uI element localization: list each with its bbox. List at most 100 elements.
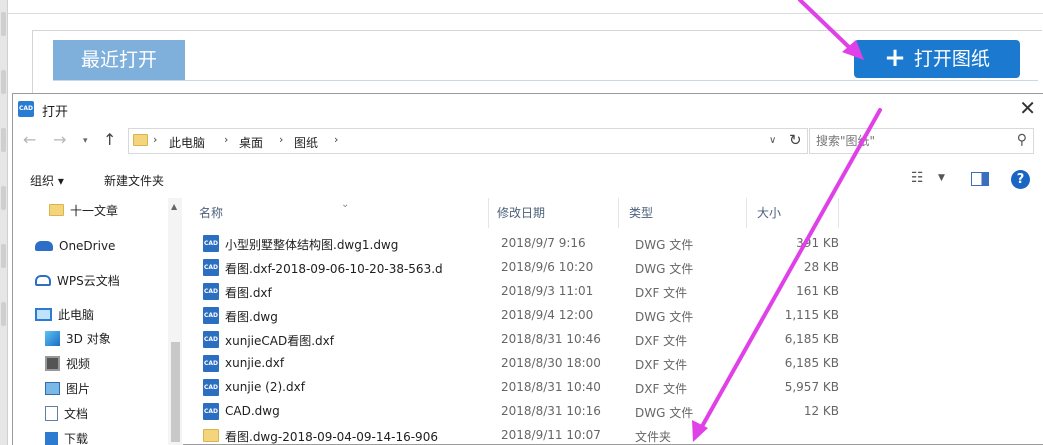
column-header-size[interactable]: 大小: [749, 198, 839, 228]
file-list: 名称 ⌄ 修改日期 类型 大小 CAD 小型别墅整体结构图.dwg1.dwg 2…: [191, 198, 1043, 445]
recent-tab[interactable]: 最近打开: [53, 40, 185, 80]
nav-item-this-pc[interactable]: 此电脑: [35, 302, 94, 326]
file-row[interactable]: 看图.dwg-2018-09-04-09-14-16-906 2018/9/11…: [191, 424, 831, 445]
open-file-dialog: CAD 打开 ✕ ← → ▾ ↑ › 此电脑 › 桌面 › 图纸 › ∨ ↻ ⚲…: [12, 93, 1043, 445]
open-drawing-button[interactable]: + 打开图纸: [854, 40, 1020, 78]
pictures-icon: [45, 381, 60, 395]
search-icon: ⚲: [1016, 132, 1027, 148]
top-strip: [8, 0, 1043, 14]
file-row[interactable]: CAD xunjie.dxf 2018/8/30 18:00 DXF 文件 6,…: [191, 352, 839, 376]
file-name: xunjieCAD看图.dxf: [225, 334, 334, 348]
file-date: 2018/9/7 9:16: [501, 236, 586, 250]
up-arrow-icon[interactable]: ↑: [103, 130, 116, 149]
file-type: DXF 文件: [635, 382, 688, 396]
breadcrumb-drawings[interactable]: 图纸: [294, 134, 318, 151]
view-options-icon[interactable]: ☷: [911, 170, 924, 186]
file-date: 2018/8/31 10:46: [501, 332, 601, 346]
nav-item-downloads[interactable]: 下载: [45, 426, 88, 445]
file-date: 2018/9/11 10:07: [501, 428, 601, 442]
file-size: 1,115 KB: [784, 308, 839, 322]
search-box[interactable]: ⚲: [809, 128, 1034, 154]
chevron-down-icon[interactable]: ▼: [938, 173, 945, 183]
file-date: 2018/9/6 10:20: [501, 260, 594, 274]
recent-locations-icon[interactable]: ▾: [83, 136, 88, 146]
file-row[interactable]: CAD xunjieCAD看图.dxf 2018/8/31 10:46 DXF …: [191, 328, 839, 352]
file-name: CAD.dwg: [225, 404, 280, 418]
file-date: 2018/8/30 18:00: [501, 356, 601, 370]
file-row[interactable]: CAD CAD.dwg 2018/8/31 10:16 DWG 文件 12 KB: [191, 400, 839, 424]
file-row[interactable]: CAD xunjie (2).dxf 2018/8/31 10:40 DXF 文…: [191, 376, 839, 400]
nav-item-label: 十一文章: [70, 203, 119, 218]
folder-icon: [203, 429, 219, 442]
chevron-right-icon[interactable]: ›: [153, 133, 157, 146]
column-header-date[interactable]: 修改日期: [489, 198, 619, 228]
file-row[interactable]: CAD 看图.dxf-2018-09-06-10-20-38-563.d 201…: [191, 256, 839, 280]
cad-file-icon: CAD: [203, 259, 219, 276]
computer-icon: [35, 307, 52, 321]
cad-file-icon: CAD: [203, 283, 219, 300]
address-bar[interactable]: › 此电脑 › 桌面 › 图纸 › ∨ ↻: [128, 128, 808, 154]
cad-file-icon: CAD: [203, 307, 219, 324]
nav-item-video[interactable]: 视频: [45, 351, 90, 375]
file-name: 看图.dxf-2018-09-06-10-20-38-563.d: [225, 262, 443, 276]
address-row: ← → ▾ ↑ › 此电脑 › 桌面 › 图纸 › ∨ ↻ ⚲: [13, 124, 1043, 160]
folder-icon: [133, 134, 148, 146]
nav-item-pictures[interactable]: 图片: [45, 376, 90, 400]
column-header-name[interactable]: 名称 ⌄: [191, 198, 489, 228]
breadcrumb-desktop[interactable]: 桌面: [239, 134, 263, 151]
column-header-type[interactable]: 类型: [621, 198, 747, 228]
file-size: 391 KB: [796, 236, 839, 250]
preview-pane-icon[interactable]: [971, 172, 989, 186]
nav-item-3d[interactable]: 3D 对象: [45, 326, 111, 350]
chevron-down-icon[interactable]: ∨: [769, 135, 776, 146]
dialog-titlebar[interactable]: CAD 打开 ✕: [13, 94, 1043, 124]
file-row[interactable]: CAD 看图.dwg 2018/9/4 12:00 DWG 文件 1,115 K…: [191, 304, 839, 328]
column-header-label: 名称: [199, 206, 224, 220]
nav-scrollbar-thumb[interactable]: [171, 342, 180, 442]
chevron-right-icon[interactable]: ›: [334, 133, 338, 146]
nav-item-label: 文档: [64, 406, 89, 421]
file-size: 12 KB: [803, 404, 839, 418]
scroll-up-icon[interactable]: ▲: [171, 202, 177, 211]
cad-file-icon: CAD: [203, 403, 219, 420]
refresh-icon[interactable]: ↻: [789, 131, 802, 149]
back-arrow-icon[interactable]: ←: [23, 130, 36, 149]
new-folder-button[interactable]: 新建文件夹: [104, 172, 164, 189]
nav-item-documents[interactable]: 文档: [45, 401, 88, 425]
chevron-right-icon[interactable]: ›: [224, 133, 228, 146]
file-type: DXF 文件: [635, 286, 688, 300]
documents-icon: [45, 405, 58, 421]
file-type: DWG 文件: [635, 262, 694, 276]
cad-file-icon: CAD: [203, 331, 219, 348]
nav-item-wps[interactable]: WPS云文档: [35, 268, 120, 292]
search-input[interactable]: [816, 133, 996, 149]
nav-item-onedrive[interactable]: OneDrive: [35, 234, 115, 258]
file-name: 看图.dwg: [225, 310, 278, 324]
forward-arrow-icon[interactable]: →: [53, 130, 66, 149]
left-side-bar: [0, 0, 8, 445]
file-row[interactable]: CAD 小型别墅整体结构图.dwg1.dwg 2018/9/7 9:16 DWG…: [191, 232, 839, 256]
file-row[interactable]: CAD 看图.dxf 2018/9/3 11:01 DXF 文件 161 KB: [191, 280, 839, 304]
tab-underline: [53, 80, 1038, 81]
cad-file-icon: CAD: [203, 379, 219, 396]
file-type: DWG 文件: [635, 238, 694, 252]
wps-cloud-icon: [35, 274, 51, 286]
file-size: 6,185 KB: [784, 332, 839, 346]
close-icon[interactable]: ✕: [1019, 96, 1036, 120]
file-name: 看图.dwg-2018-09-04-09-14-16-906: [225, 430, 438, 444]
nav-item-article[interactable]: 十一文章: [49, 198, 118, 222]
file-date: 2018/9/3 11:01: [501, 284, 594, 298]
file-date: 2018/9/4 12:00: [501, 308, 594, 322]
column-header-label: 类型: [629, 206, 654, 220]
help-icon[interactable]: ?: [1011, 170, 1030, 189]
file-type: DXF 文件: [635, 334, 688, 348]
organize-button[interactable]: 组织 ▾: [30, 172, 64, 189]
cad-logo-icon: CAD: [18, 101, 34, 117]
dialog-title: 打开: [42, 105, 69, 120]
breadcrumb-this-pc[interactable]: 此电脑: [169, 134, 205, 151]
file-name: 小型别墅整体结构图.dwg1.dwg: [225, 238, 399, 252]
downloads-icon: [45, 431, 58, 445]
chevron-right-icon[interactable]: ›: [279, 133, 283, 146]
sort-chevron-icon: ⌄: [341, 199, 350, 210]
file-name: xunjie.dxf: [225, 356, 285, 370]
